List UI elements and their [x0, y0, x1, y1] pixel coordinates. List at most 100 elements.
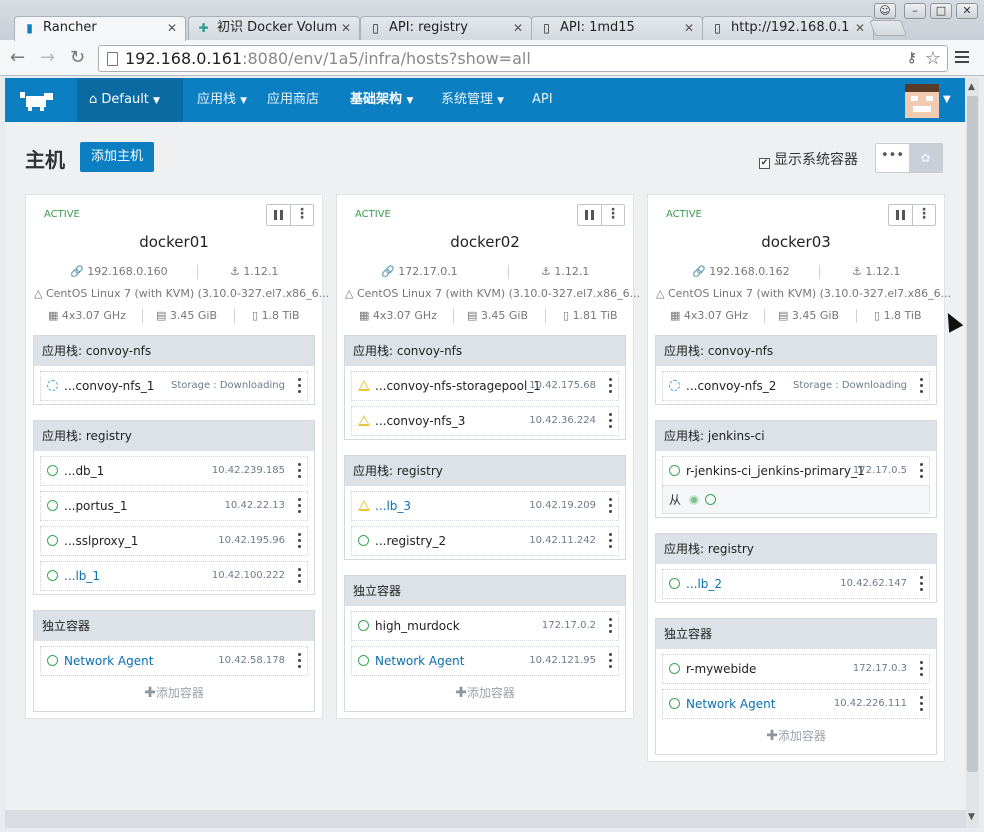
- close-icon[interactable]: ✕: [341, 17, 351, 39]
- browser-tab-api-registry[interactable]: ▯ API: registry ✕: [360, 16, 532, 40]
- container-item[interactable]: Network Agent 10.42.58.178: [40, 646, 308, 676]
- more-actions-icon[interactable]: ⋮: [291, 205, 313, 225]
- container-item[interactable]: Network Agent 10.42.226.111: [662, 689, 930, 719]
- container-item[interactable]: ...registry_2 10.42.11.242: [351, 526, 619, 556]
- group-title: 应用栈: convoy-nfs: [345, 336, 625, 366]
- view-mode-switch: ••• ✿: [875, 143, 943, 173]
- add-host-button[interactable]: 添加主机: [80, 142, 154, 172]
- divider: [819, 265, 820, 279]
- container-name[interactable]: Network Agent: [64, 647, 153, 675]
- container-name[interactable]: ...lb_2: [686, 570, 722, 598]
- container-item[interactable]: ...convoy-nfs-storagepool_1 10.42.175.68: [351, 371, 619, 401]
- close-icon[interactable]: ✕: [684, 17, 694, 39]
- host-state-badge: ACTIVE: [44, 209, 80, 220]
- more-actions-icon[interactable]: [298, 533, 301, 549]
- close-icon[interactable]: ✕: [513, 17, 523, 39]
- address-bar[interactable]: 192.168.0.161:8080/env/1a5/infra/hosts?s…: [98, 45, 948, 72]
- user-avatar[interactable]: [905, 84, 939, 118]
- close-icon[interactable]: ✕: [167, 17, 177, 39]
- container-item[interactable]: ...lb_2 10.42.62.147: [662, 569, 930, 599]
- add-container-button[interactable]: ✚添加容器: [656, 721, 936, 751]
- container-item[interactable]: ...sslproxy_1 10.42.195.96: [40, 526, 308, 556]
- container-item[interactable]: r-jenkins-ci_jenkins-primary_1 172.17.0.5: [662, 456, 930, 486]
- container-ip: 10.42.239.185: [211, 465, 285, 476]
- nav-admin[interactable]: 系统管理 ▼: [441, 78, 504, 122]
- nav-api[interactable]: API: [532, 78, 553, 122]
- back-arrow-icon[interactable]: ←: [10, 48, 25, 68]
- more-actions-icon[interactable]: [920, 696, 923, 712]
- container-item[interactable]: ...lb_3 10.42.19.209: [351, 491, 619, 521]
- reload-icon[interactable]: ↻: [70, 48, 85, 68]
- container-item[interactable]: r-mywebide 172.17.0.3: [662, 654, 930, 684]
- container-name[interactable]: ...lb_3: [375, 492, 411, 520]
- docker-version-text: 1.12.1: [554, 265, 590, 278]
- browser-tab-docker-volume[interactable]: ✚ 初识 Docker Volum ✕: [188, 16, 360, 40]
- horizontal-scrollbar[interactable]: [5, 810, 966, 828]
- pause-icon[interactable]: [578, 205, 602, 225]
- chevron-down-icon[interactable]: ▼: [943, 78, 951, 122]
- container-item[interactable]: high_murdock 172.17.0.2: [351, 611, 619, 641]
- more-actions-icon[interactable]: [298, 498, 301, 514]
- close-window-button[interactable]: ✕: [956, 3, 978, 19]
- more-actions-icon[interactable]: [609, 378, 612, 394]
- container-item[interactable]: ...db_1 10.42.239.185: [40, 456, 308, 486]
- more-actions-icon[interactable]: [298, 568, 301, 584]
- browser-menu-icon[interactable]: [955, 51, 969, 65]
- new-tab-button[interactable]: [869, 20, 907, 36]
- user-profile-icon[interactable]: ☺: [874, 3, 896, 19]
- more-actions-icon[interactable]: [920, 661, 923, 677]
- more-actions-icon[interactable]: [609, 498, 612, 514]
- minimize-button[interactable]: –: [904, 3, 926, 19]
- container-item[interactable]: ...convoy-nfs_3 10.42.36.224: [351, 406, 619, 436]
- more-actions-icon[interactable]: [298, 653, 301, 669]
- vertical-scroll-thumb[interactable]: [967, 96, 978, 772]
- more-actions-icon[interactable]: [920, 378, 923, 394]
- more-actions-icon[interactable]: [609, 618, 612, 634]
- scroll-up-arrow-icon[interactable]: ▲: [968, 82, 975, 92]
- nav-catalog[interactable]: 应用商店: [267, 78, 319, 122]
- container-ip: 10.42.22.13: [224, 500, 285, 511]
- container-name[interactable]: Network Agent: [375, 647, 464, 675]
- more-actions-icon[interactable]: [920, 576, 923, 592]
- sidekick-status-icon[interactable]: [689, 495, 700, 505]
- checkbox-checked-icon[interactable]: ✔: [759, 158, 770, 169]
- container-ip: Storage : Downloading: [170, 380, 285, 391]
- sidekick-running-icon[interactable]: [705, 494, 717, 505]
- pause-icon[interactable]: [267, 205, 291, 225]
- more-actions-icon[interactable]: [920, 463, 923, 479]
- more-actions-icon[interactable]: [298, 463, 301, 479]
- container-item[interactable]: ...convoy-nfs_1 Storage : Downloading: [40, 371, 308, 401]
- container-item[interactable]: ...convoy-nfs_2 Storage : Downloading: [662, 371, 930, 401]
- browser-tab-rancher[interactable]: ▮ Rancher ✕: [14, 16, 186, 41]
- more-actions-icon[interactable]: [609, 533, 612, 549]
- rancher-logo-icon[interactable]: [18, 90, 56, 112]
- more-actions-icon[interactable]: ⋮: [913, 205, 935, 225]
- add-container-button[interactable]: ✚添加容器: [34, 678, 314, 708]
- bookmark-star-icon[interactable]: ☆: [925, 46, 941, 71]
- more-actions-icon[interactable]: [298, 378, 301, 394]
- pause-icon[interactable]: [889, 205, 913, 225]
- grid-view-button[interactable]: ✿: [909, 144, 942, 172]
- container-name[interactable]: Network Agent: [686, 690, 775, 718]
- maximize-button[interactable]: □: [930, 3, 952, 19]
- browser-tab-api-1md15[interactable]: ▯ API: 1md15 ✕: [531, 16, 703, 40]
- scroll-down-arrow-icon[interactable]: ▼: [968, 812, 975, 822]
- more-actions-icon[interactable]: [609, 653, 612, 669]
- list-view-button[interactable]: •••: [876, 144, 909, 172]
- container-item[interactable]: ...lb_1 10.42.100.222: [40, 561, 308, 591]
- nav-stacks[interactable]: 应用栈 ▼: [197, 78, 247, 122]
- container-item[interactable]: ...portus_1 10.42.22.13: [40, 491, 308, 521]
- add-container-button[interactable]: ✚添加容器: [345, 678, 625, 708]
- environment-switcher[interactable]: ⌂ Default ▼: [77, 78, 183, 122]
- container-item[interactable]: Network Agent 10.42.121.95: [351, 646, 619, 676]
- more-actions-icon[interactable]: [609, 413, 612, 429]
- container-name[interactable]: ...lb_1: [64, 562, 100, 590]
- forward-arrow-icon[interactable]: →: [40, 48, 55, 68]
- key-icon[interactable]: ⚷: [907, 46, 917, 71]
- close-icon[interactable]: ✕: [855, 17, 865, 39]
- more-actions-icon[interactable]: ⋮: [602, 205, 624, 225]
- show-system-toggle[interactable]: ✔ 显示系统容器: [759, 149, 858, 169]
- host-memory: ▤ 3.45 GiB: [156, 309, 217, 322]
- browser-tab-http[interactable]: ▯ http://192.168.0.1 ✕: [702, 16, 874, 40]
- nav-infrastructure[interactable]: 基础架构 ▼: [350, 78, 413, 122]
